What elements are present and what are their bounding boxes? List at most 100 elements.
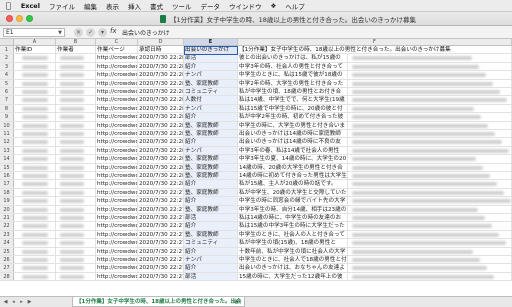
cell-story[interactable]: 14歳の時、20歳の大学生の男性と付き合	[238, 163, 348, 171]
cell-meeting-reason[interactable]: 紹介	[184, 264, 238, 272]
header-cell-e[interactable]: 出会いのきっかけ	[184, 46, 238, 54]
row-number[interactable]: 11	[0, 130, 14, 138]
column-header-d[interactable]: D	[138, 39, 184, 46]
cell-worker-redacted[interactable]	[56, 188, 96, 197]
cell-id-redacted[interactable]	[14, 239, 56, 247]
row-number[interactable]: 1	[0, 46, 14, 54]
column-header-a[interactable]: A	[14, 39, 56, 46]
cell-worker-redacted[interactable]	[56, 163, 96, 171]
cell-story[interactable]: 私は15歳の中学3年生の時に大学生だった	[238, 222, 348, 230]
cell-worker-redacted[interactable]	[56, 62, 96, 71]
menu-insert[interactable]: 挿入	[128, 1, 141, 11]
last-sheet-icon[interactable]: ▶	[26, 299, 33, 306]
name-box[interactable]: E1 ▼	[3, 28, 65, 37]
cell-story[interactable]: 十数年前、私が中学生の頃に社会人の大学	[238, 247, 348, 255]
cell-url[interactable]: http://crowdwor	[96, 256, 138, 264]
cell-approved-at[interactable]: 2020/7/30 22:28	[138, 163, 184, 171]
cell-approved-at[interactable]: 2020/7/30 22:27	[138, 247, 184, 255]
cell-url[interactable]: http://crowdwor	[96, 130, 138, 138]
cell-url[interactable]: http://crowdwor	[96, 79, 138, 87]
cell-meeting-reason[interactable]: 塾、家庭教師	[184, 155, 238, 163]
cell-worker-redacted[interactable]	[56, 205, 96, 213]
cell-meeting-reason[interactable]: ナンパ	[184, 146, 238, 155]
cell-meeting-reason[interactable]: 部活	[184, 214, 238, 222]
cell-story[interactable]: 中学3年生の夏、14歳の時に、大学生の20	[238, 155, 348, 163]
cell-story[interactable]: 私が15歳、主人が20歳の時の話です。	[238, 180, 348, 188]
prev-sheet-icon[interactable]: ◂	[10, 299, 17, 306]
cell-approved-at[interactable]: 2020/7/30 22:27	[138, 222, 184, 230]
next-sheet-icon[interactable]: ▸	[18, 299, 25, 306]
cell-approved-at[interactable]: 2020/7/30 22:27	[138, 205, 184, 213]
row-number[interactable]: 2	[0, 54, 14, 62]
row-number[interactable]: 21	[0, 214, 14, 222]
row-number[interactable]: 25	[0, 247, 14, 255]
cell-approved-at[interactable]: 2020/7/30 22:28	[138, 113, 184, 121]
row-number[interactable]: 9	[0, 113, 14, 121]
cell-worker-redacted[interactable]	[56, 79, 96, 87]
menu-window[interactable]: ウインドウ	[229, 1, 262, 11]
cell-id-redacted[interactable]	[14, 256, 56, 264]
cell-story[interactable]: 中学2年の時、大学生の男性と付き合った	[238, 79, 348, 87]
column-header-c[interactable]: C	[96, 39, 138, 46]
cell-worker-redacted[interactable]	[56, 146, 96, 155]
cell-meeting-reason[interactable]: 塾、家庭教師	[184, 230, 238, 239]
cell-approved-at[interactable]: 2020/7/30 22:28	[138, 146, 184, 155]
cell-story[interactable]: 中学生の時に、大学生の男性と付き合いま	[238, 121, 348, 129]
cell-story[interactable]: 私が中学2年生の時、初めて付き合った彼	[238, 113, 348, 121]
row-number[interactable]: 10	[0, 121, 14, 129]
cell-worker-redacted[interactable]	[56, 54, 96, 62]
cell-worker-redacted[interactable]	[56, 264, 96, 272]
cell-meeting-reason[interactable]: 塾、家庭教師	[184, 205, 238, 213]
cell-id-redacted[interactable]	[14, 172, 56, 180]
header-cell-d[interactable]: 承認日時	[138, 46, 184, 54]
cell-url[interactable]: http://crowdwor	[96, 230, 138, 239]
cell-approved-at[interactable]: 2020/7/30 22:27	[138, 239, 184, 247]
menu-format[interactable]: 書式	[150, 1, 163, 11]
row-number[interactable]: 27	[0, 264, 14, 272]
cell-approved-at[interactable]: 2020/7/30 22:27	[138, 272, 184, 281]
first-sheet-icon[interactable]: ◀	[2, 299, 9, 306]
cell-story[interactable]: 出会いのきっかけは、おなちゃんの友達よ	[238, 264, 348, 272]
header-cell-c[interactable]: 作業ページ	[96, 46, 138, 54]
cell-meeting-reason[interactable]: 部活	[184, 272, 238, 281]
cell-approved-at[interactable]: 2020/7/30 22:28	[138, 155, 184, 163]
cell-story[interactable]: 中学生のときに、社会人の人と付き合って	[238, 230, 348, 239]
cell-url[interactable]: http://crowdwor	[96, 146, 138, 155]
cell-meeting-reason[interactable]: ナンパ	[184, 104, 238, 113]
cell-story[interactable]: 中学3年の春、私は14歳で社会人の男性	[238, 146, 348, 155]
cell-meeting-reason[interactable]: 紹介	[184, 138, 238, 146]
cell-story[interactable]: 出会いのきっかけは14歳の時に不良の友	[238, 138, 348, 146]
cell-worker-redacted[interactable]	[56, 272, 96, 281]
row-number[interactable]: 6	[0, 88, 14, 96]
cell-url[interactable]: http://crowdwor	[96, 62, 138, 71]
cell-id-redacted[interactable]	[14, 96, 56, 104]
cell-url[interactable]: http://crowdwor	[96, 205, 138, 213]
cell-id-redacted[interactable]	[14, 88, 56, 96]
cell-approved-at[interactable]: 2020/7/30 22:28	[138, 138, 184, 146]
cell-approved-at[interactable]: 2020/7/30 22:28	[138, 88, 184, 96]
cell-id-redacted[interactable]	[14, 197, 56, 205]
cell-id-redacted[interactable]	[14, 230, 56, 239]
row-number[interactable]: 3	[0, 62, 14, 71]
cell-approved-at[interactable]: 2020/7/30 22:28	[138, 104, 184, 113]
cell-id-redacted[interactable]	[14, 104, 56, 113]
cell-id-redacted[interactable]	[14, 205, 56, 213]
row-number[interactable]: 4	[0, 71, 14, 79]
cell-id-redacted[interactable]	[14, 214, 56, 222]
cell-approved-at[interactable]: 2020/7/30 22:27	[138, 230, 184, 239]
cell-story[interactable]: 15歳の時に、大学生だった12歳年上の彼	[238, 272, 348, 281]
spreadsheet-grid[interactable]: A B C D E F 1 作業ID 作業者 作業ページ 承認日時 出会いのきっかけ 【1分…	[0, 39, 512, 296]
header-cell-b[interactable]: 作業者	[56, 46, 96, 54]
row-number[interactable]: 5	[0, 79, 14, 87]
cell-url[interactable]: http://crowdwor	[96, 96, 138, 104]
insert-function-dropdown[interactable]: ▾	[98, 28, 107, 37]
cell-approved-at[interactable]: 2020/7/30 22:27	[138, 188, 184, 197]
menu-view[interactable]: 表示	[106, 1, 119, 11]
row-number[interactable]: 19	[0, 197, 14, 205]
row-number[interactable]: 13	[0, 146, 14, 155]
cell-approved-at[interactable]: 2020/7/30 22:28	[138, 121, 184, 129]
minimize-window-button[interactable]	[16, 15, 23, 22]
cell-meeting-reason[interactable]: 人数付	[184, 96, 238, 104]
cell-worker-redacted[interactable]	[56, 104, 96, 113]
cell-id-redacted[interactable]	[14, 180, 56, 188]
